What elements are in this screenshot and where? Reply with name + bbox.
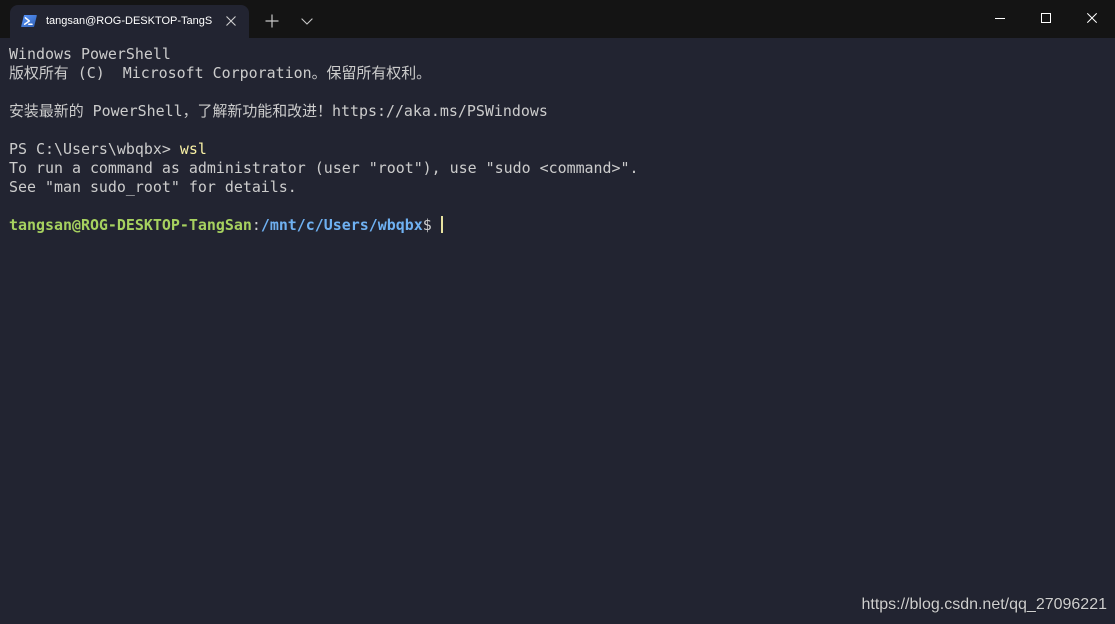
- output-line: 安装最新的 PowerShell，了解新功能和改进！https://aka.ms…: [9, 102, 548, 120]
- output-line: See "man sudo_root" for details.: [9, 178, 297, 196]
- prompt-cwd: /mnt/c/Users/wbqbx: [260, 216, 423, 234]
- watermark-text: https://blog.csdn.net/qq_27096221: [861, 596, 1107, 613]
- typed-command: wsl: [179, 140, 207, 158]
- terminal-window: tangsan@ROG-DESKTOP-TangS Windows PowerS…: [0, 0, 1115, 624]
- prompt-symbol: $: [422, 216, 441, 234]
- powershell-prompt-line: PS C:\Users\wbqbx> wsl: [9, 140, 1106, 159]
- terminal-output[interactable]: Windows PowerShell 版权所有 (C) Microsoft Co…: [0, 38, 1115, 624]
- plus-icon: [265, 14, 279, 28]
- minimize-icon: [995, 18, 1005, 19]
- maximize-button[interactable]: [1023, 0, 1069, 36]
- minimize-button[interactable]: [977, 0, 1023, 36]
- tab-powershell[interactable]: tangsan@ROG-DESKTOP-TangS: [10, 5, 249, 38]
- profile-dropdown-button[interactable]: [294, 7, 320, 35]
- prompt-separator: :: [251, 216, 261, 234]
- bash-prompt-line: tangsan@ROG-DESKTOP-TangSan:/mnt/c/Users…: [9, 216, 1106, 235]
- close-window-button[interactable]: [1069, 0, 1115, 36]
- output-line: Windows PowerShell: [9, 45, 171, 63]
- new-tab-button[interactable]: [258, 7, 286, 35]
- tab-close-button[interactable]: [222, 12, 240, 30]
- powershell-icon: [21, 13, 37, 29]
- output-line: To run a command as administrator (user …: [9, 159, 639, 177]
- prompt-user-host: tangsan@ROG-DESKTOP-TangSan: [9, 216, 252, 234]
- title-bar[interactable]: tangsan@ROG-DESKTOP-TangS: [0, 0, 1115, 38]
- text-cursor: [440, 216, 443, 233]
- tab-title: tangsan@ROG-DESKTOP-TangS: [46, 15, 213, 27]
- powershell-prompt: PS C:\Users\wbqbx>: [9, 140, 180, 158]
- chevron-down-icon: [301, 17, 313, 25]
- output-line: 版权所有 (C) Microsoft Corporation。保留所有权利。: [9, 64, 432, 82]
- close-icon: [226, 16, 236, 26]
- close-icon: [1087, 13, 1097, 23]
- caption-buttons: [977, 0, 1115, 36]
- maximize-icon: [1041, 13, 1051, 23]
